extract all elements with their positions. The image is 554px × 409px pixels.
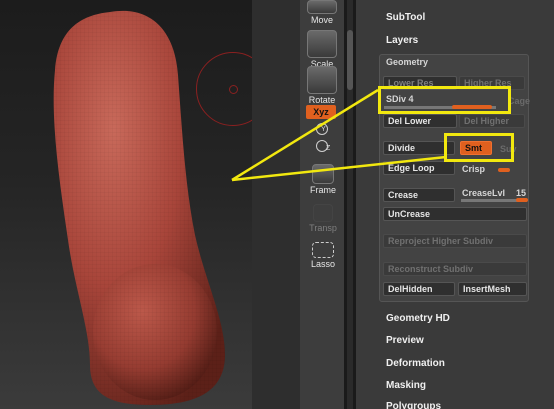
- sdiv-highlight-box: [378, 86, 511, 114]
- crisp-slider-fill[interactable]: [498, 168, 510, 172]
- menu-masking[interactable]: Masking: [386, 380, 426, 391]
- menu-geometry-hd[interactable]: Geometry HD: [386, 313, 450, 324]
- frame-button[interactable]: Frame: [305, 162, 341, 206]
- menu-preview[interactable]: Preview: [386, 335, 424, 346]
- rotate-button[interactable]: Rotate: [304, 64, 340, 108]
- del-hidden-button[interactable]: DelHidden: [383, 282, 455, 296]
- viewport-divider: [252, 0, 300, 409]
- edge-loop-button[interactable]: Edge Loop: [383, 161, 455, 175]
- smt-highlight-box: [444, 133, 514, 162]
- del-higher-button[interactable]: Del Higher: [459, 114, 525, 128]
- lasso-button[interactable]: Lasso: [305, 240, 341, 284]
- lasso-icon: [312, 242, 334, 258]
- xyz-toggle-button[interactable]: Xyz: [306, 105, 336, 119]
- reproject-higher-subdiv-button[interactable]: Reproject Higher Subdiv: [383, 234, 527, 248]
- reconstruct-subdiv-button[interactable]: Reconstruct Subdiv: [383, 262, 527, 276]
- cube-icon: [312, 164, 334, 184]
- magnifier-icon: [307, 30, 337, 58]
- menu-deformation[interactable]: Deformation: [386, 358, 445, 369]
- rotate-icon: [307, 66, 337, 94]
- scrollbar-thumb[interactable]: [347, 30, 353, 90]
- crease-lvl-value: 15: [516, 188, 527, 198]
- menu-layers[interactable]: Layers: [386, 35, 418, 46]
- geometry-title[interactable]: Geometry: [386, 57, 428, 67]
- brush-focal-point: [229, 85, 238, 94]
- uncrease-button[interactable]: UnCrease: [383, 207, 527, 221]
- crisp-toggle[interactable]: Crisp: [462, 164, 485, 174]
- transparency-icon: [313, 204, 333, 222]
- del-lower-button[interactable]: Del Lower: [383, 114, 457, 128]
- menu-subtool[interactable]: SubTool: [386, 12, 425, 23]
- insert-mesh-button[interactable]: InsertMesh: [458, 282, 527, 296]
- cage-button[interactable]: Cage: [508, 96, 530, 106]
- hand-icon: [307, 0, 337, 14]
- crease-lvl-label: CreaseLvl: [462, 188, 506, 198]
- menu-polygroups[interactable]: Polygroups: [386, 401, 441, 409]
- crease-lvl-fill[interactable]: [516, 198, 528, 202]
- crease-button[interactable]: Crease: [383, 188, 455, 202]
